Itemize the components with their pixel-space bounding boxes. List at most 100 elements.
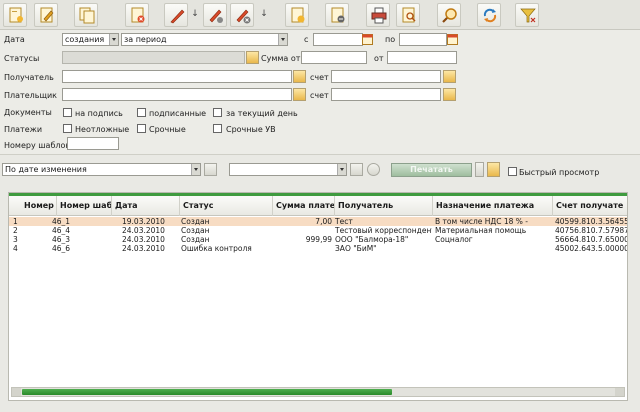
remove-sign-button[interactable] bbox=[203, 3, 227, 27]
view-select[interactable] bbox=[229, 163, 347, 176]
cell-date: 24.03.2010 bbox=[122, 244, 165, 253]
sort-value: По дате изменения bbox=[5, 165, 87, 174]
signed-checkbox[interactable] bbox=[137, 108, 146, 117]
cell-amount bbox=[273, 244, 334, 253]
table-row[interactable]: 2 46_4 24.03.2010 Создан Тестовый коррес… bbox=[9, 226, 627, 235]
column-header[interactable]: Назначение платежа bbox=[433, 196, 553, 216]
urgent-uv-checkbox[interactable] bbox=[213, 124, 222, 133]
column-header[interactable]: Счет получате bbox=[553, 196, 627, 216]
today-checkbox[interactable] bbox=[213, 108, 222, 117]
cell-template: 46_6 bbox=[52, 244, 71, 253]
new-document-button[interactable] bbox=[3, 3, 27, 27]
non-urgent-checkbox[interactable] bbox=[63, 124, 72, 133]
delete-view-button[interactable] bbox=[367, 163, 380, 176]
cell-number: 2 bbox=[13, 226, 18, 235]
cell-template: 46_4 bbox=[52, 226, 71, 235]
print-button-main[interactable]: Печатать bbox=[391, 163, 472, 177]
column-header[interactable]: Сумма платеж bbox=[273, 196, 335, 216]
remove-sign-icon bbox=[236, 9, 251, 24]
date-label: Дата bbox=[4, 35, 25, 44]
cell-amount: 7,00 bbox=[315, 217, 332, 226]
delete-document-button[interactable] bbox=[125, 3, 149, 27]
arrow-down-icon[interactable]: ↓ bbox=[191, 6, 199, 22]
cell-purpose bbox=[432, 244, 552, 253]
cell-account: 56664.810.7.650000 bbox=[555, 235, 628, 244]
recipient-account-input[interactable] bbox=[331, 70, 441, 83]
recipient-account-label: счет bbox=[310, 73, 329, 82]
recipient-account-picker-button[interactable] bbox=[443, 70, 456, 83]
arrow-down-icon[interactable]: ↓ bbox=[260, 6, 268, 22]
payer-account-picker-button[interactable] bbox=[443, 88, 456, 101]
search-button[interactable] bbox=[437, 3, 461, 27]
calendar-icon[interactable] bbox=[362, 33, 373, 45]
sum-to-input[interactable] bbox=[387, 51, 457, 64]
sign-button[interactable] bbox=[164, 3, 188, 27]
send-document-button[interactable] bbox=[285, 3, 309, 27]
print-settings-button[interactable] bbox=[487, 162, 500, 177]
cell-status: Ошибка контроля bbox=[181, 244, 252, 253]
statuses-input[interactable] bbox=[62, 51, 245, 64]
search-icon bbox=[442, 8, 457, 23]
table-row[interactable]: 3 46_3 24.03.2010 Создан 999,99 ООО "Бал… bbox=[9, 235, 627, 244]
revoke-document-button[interactable] bbox=[325, 3, 349, 27]
save-view-button[interactable] bbox=[350, 163, 363, 176]
cell-purpose: В том числе НДС 18 % - bbox=[435, 217, 529, 226]
sort-select[interactable]: По дате изменения bbox=[2, 163, 201, 176]
date-from-input[interactable] bbox=[313, 33, 363, 46]
table-row[interactable]: 1 46_1 19.03.2010 Создан 7,00 Тест В том… bbox=[9, 217, 627, 226]
cell-status: Создан bbox=[181, 217, 210, 226]
column-header[interactable]: Номер bbox=[21, 196, 57, 216]
cell-date: 19.03.2010 bbox=[122, 217, 165, 226]
column-header[interactable]: Статус bbox=[180, 196, 273, 216]
print-button[interactable] bbox=[366, 3, 390, 27]
remove-sign-icon bbox=[209, 9, 223, 23]
column-header[interactable]: Получатель bbox=[335, 196, 433, 216]
urgent-checkbox[interactable] bbox=[137, 124, 146, 133]
date-from-label: с bbox=[304, 35, 309, 44]
sort-direction-button[interactable] bbox=[204, 163, 217, 176]
payer-account-label: счет bbox=[310, 91, 329, 100]
payer-picker-button[interactable] bbox=[293, 88, 306, 101]
column-header[interactable]: Дата bbox=[112, 196, 180, 216]
filter-panel: Дата создания за период с по Статусы Сум… bbox=[0, 30, 640, 155]
date-period-select[interactable]: за период bbox=[121, 33, 288, 46]
payer-input[interactable] bbox=[62, 88, 292, 101]
non-urgent-label: Неотложные bbox=[75, 125, 130, 134]
column-header[interactable]: Номер шаб bbox=[57, 196, 112, 216]
calendar-icon[interactable] bbox=[447, 33, 458, 45]
preview-button[interactable] bbox=[396, 3, 420, 27]
horizontal-scrollbar[interactable] bbox=[11, 387, 625, 397]
today-label: за текущий день bbox=[226, 109, 298, 118]
refresh-button[interactable] bbox=[477, 3, 501, 27]
payer-account-input[interactable] bbox=[331, 88, 441, 101]
date-period-value: за период bbox=[124, 35, 167, 44]
scroll-thumb[interactable] bbox=[22, 389, 392, 395]
scroll-right-button[interactable] bbox=[615, 388, 624, 396]
recipient-input[interactable] bbox=[62, 70, 292, 83]
filter-button[interactable] bbox=[515, 3, 539, 27]
payments-label: Платежи bbox=[4, 125, 43, 134]
edit-document-icon bbox=[40, 7, 54, 23]
statuses-picker-button[interactable] bbox=[246, 51, 259, 64]
date-to-label: по bbox=[385, 35, 396, 44]
copy-document-button[interactable] bbox=[74, 3, 98, 27]
cell-recipient: Тест bbox=[335, 217, 353, 226]
quick-view-checkbox[interactable] bbox=[508, 167, 517, 176]
remove-sign-all-button[interactable] bbox=[230, 3, 254, 27]
revoke-document-icon bbox=[331, 7, 345, 23]
scroll-left-button[interactable] bbox=[12, 388, 21, 396]
cell-number: 1 bbox=[13, 217, 18, 226]
cell-amount bbox=[273, 226, 334, 235]
urgent-uv-label: Срочные УВ bbox=[226, 125, 276, 134]
delete-document-icon bbox=[131, 7, 145, 23]
sum-from-input[interactable] bbox=[301, 51, 367, 64]
cell-template: 46_3 bbox=[52, 235, 71, 244]
print-options-button[interactable] bbox=[475, 162, 484, 177]
date-type-select[interactable]: создания bbox=[62, 33, 119, 46]
template-number-input[interactable] bbox=[67, 137, 119, 150]
recipient-picker-button[interactable] bbox=[293, 70, 306, 83]
for-sign-checkbox[interactable] bbox=[63, 108, 72, 117]
date-to-input[interactable] bbox=[399, 33, 447, 46]
table-row[interactable]: 4 46_6 24.03.2010 Ошибка контроля ЗАО "Б… bbox=[9, 244, 627, 253]
edit-document-button[interactable] bbox=[34, 3, 58, 27]
